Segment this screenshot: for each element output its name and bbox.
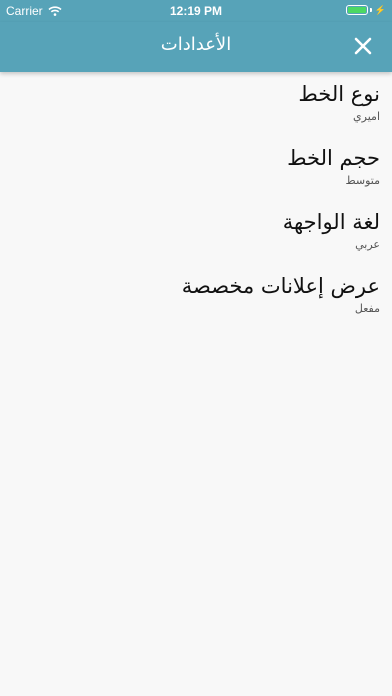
battery-icon bbox=[345, 5, 368, 15]
settings-list: نوع الخط اميري حجم الخط متوسط لغة الواجه… bbox=[0, 72, 392, 328]
page-title: الأعدادات bbox=[160, 34, 232, 55]
battery-group: ⚡ bbox=[345, 5, 386, 15]
battery-level bbox=[347, 7, 366, 13]
close-button[interactable] bbox=[352, 35, 374, 57]
setting-value: اميري bbox=[353, 110, 380, 123]
close-icon bbox=[354, 37, 372, 55]
setting-value: متوسط bbox=[345, 174, 380, 187]
setting-title: حجم الخط bbox=[287, 146, 380, 170]
setting-title: عرض إعلانات مخصصة bbox=[181, 274, 380, 298]
setting-item-font-type[interactable]: نوع الخط اميري bbox=[0, 72, 392, 136]
battery-cap bbox=[369, 8, 372, 12]
setting-value: مفعل bbox=[354, 302, 380, 315]
setting-title: نوع الخط bbox=[298, 82, 380, 106]
navigation-bar: الأعدادات bbox=[0, 22, 392, 72]
setting-item-interface-language[interactable]: لغة الواجهة عربي bbox=[0, 200, 392, 264]
status-bar: Carrier 12:19 PM ⚡ bbox=[0, 0, 392, 22]
setting-title: لغة الواجهة bbox=[282, 210, 380, 234]
setting-item-font-size[interactable]: حجم الخط متوسط bbox=[0, 136, 392, 200]
setting-value: عربي bbox=[355, 238, 380, 251]
setting-item-personalized-ads[interactable]: عرض إعلانات مخصصة مفعل bbox=[0, 264, 392, 328]
status-time: 12:19 PM bbox=[169, 4, 223, 18]
charging-bolt-icon: ⚡ bbox=[374, 5, 386, 15]
